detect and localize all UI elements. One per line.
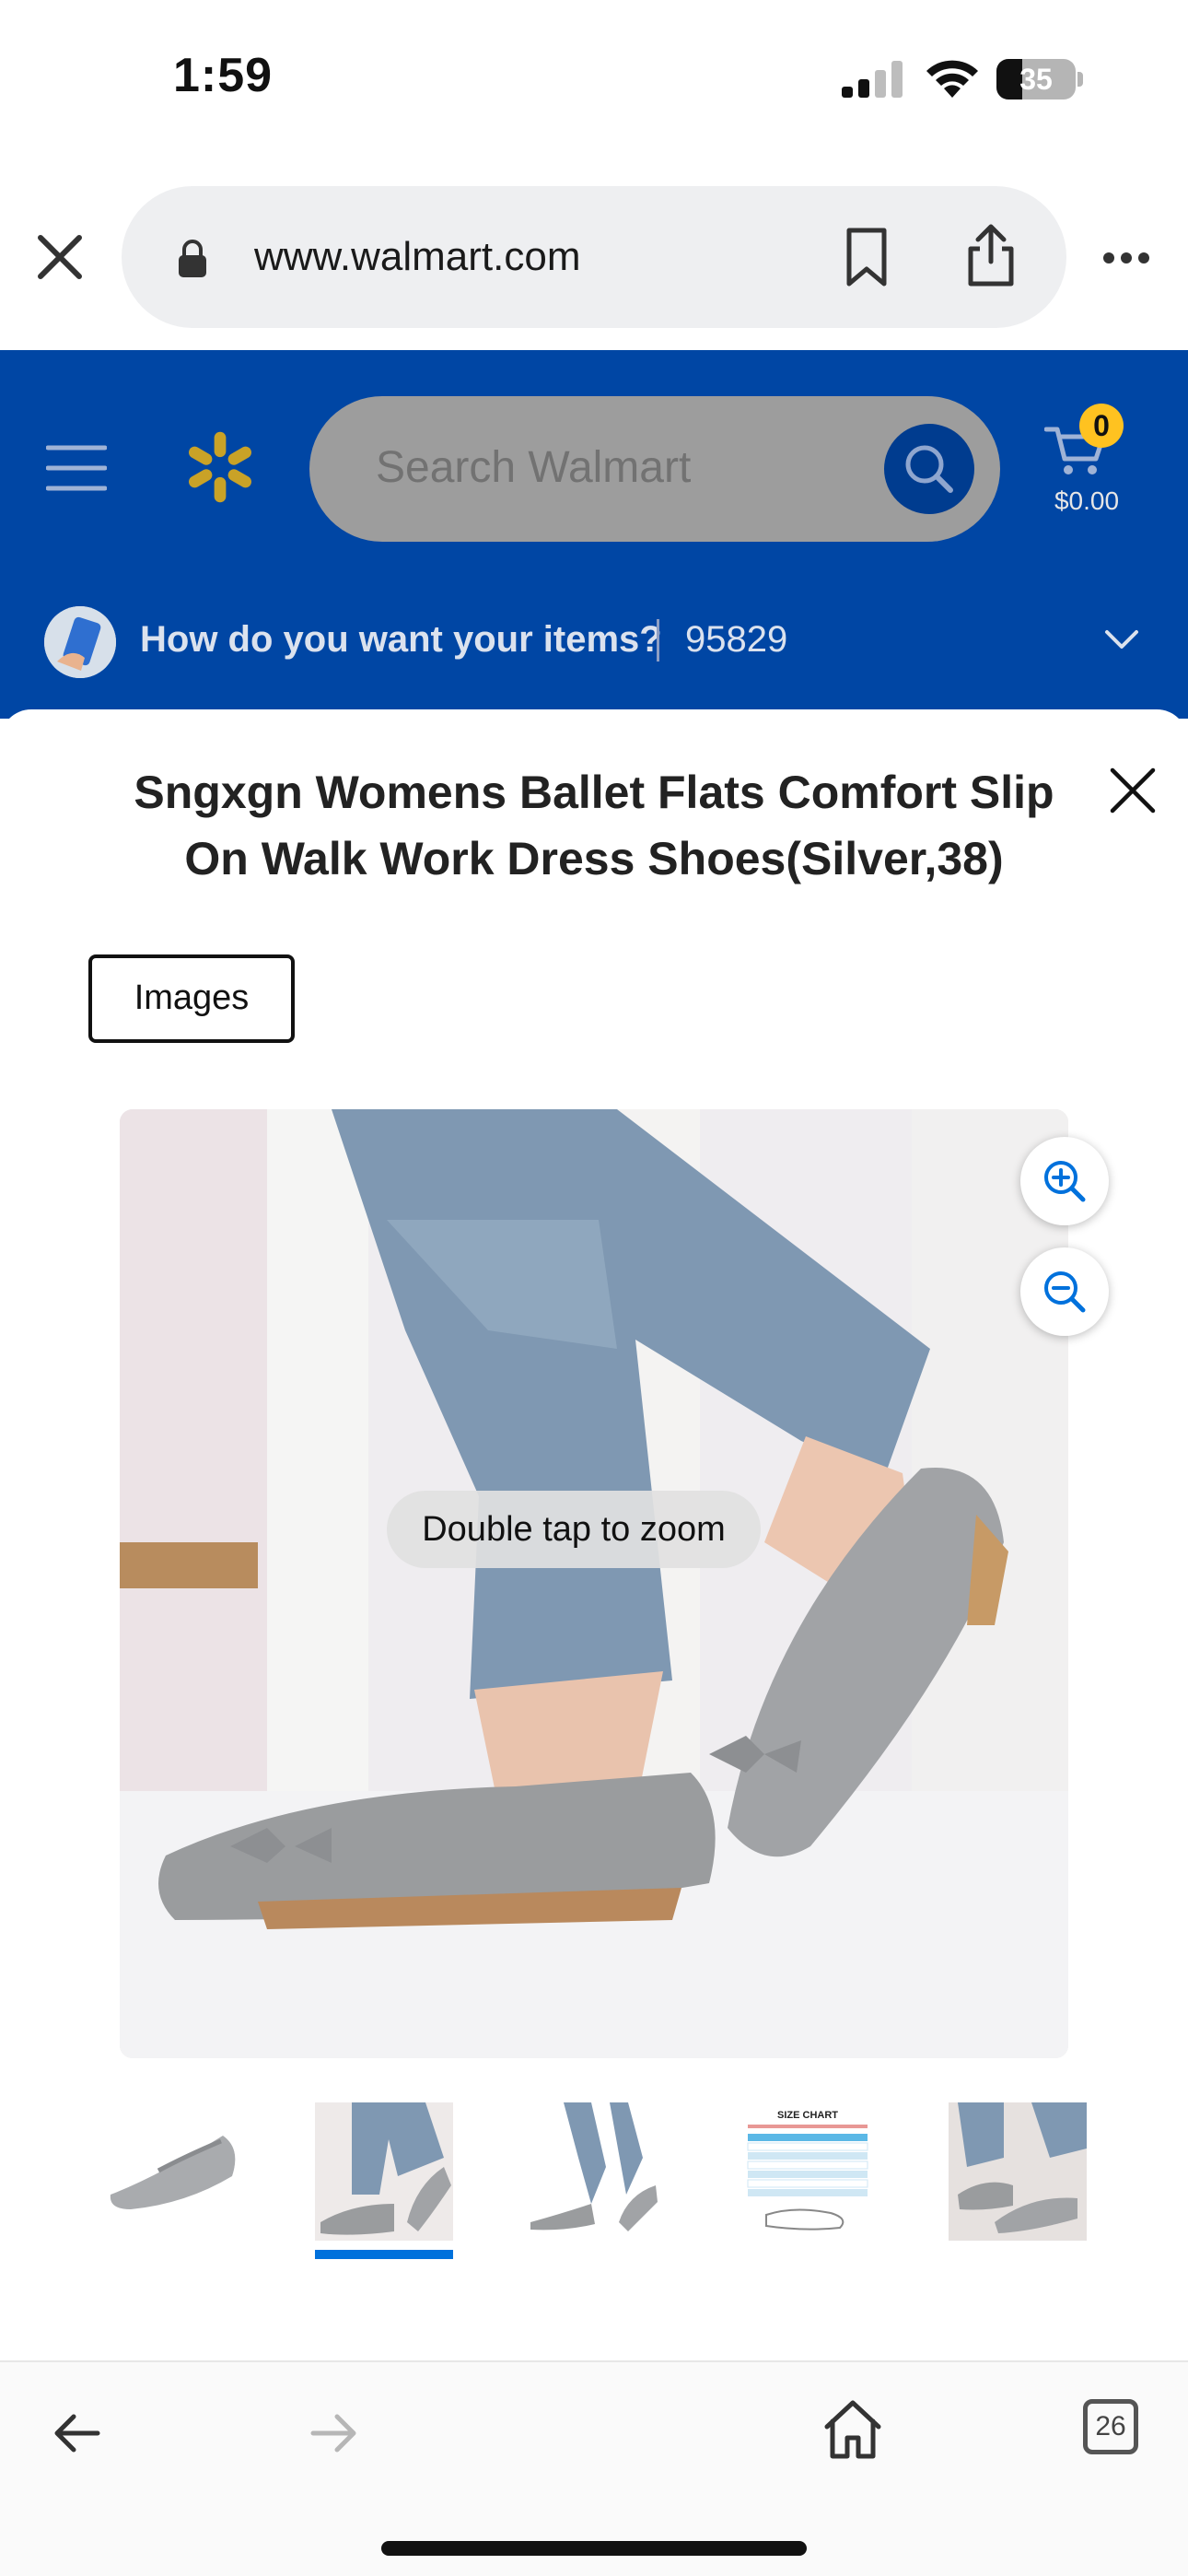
thumbnail-image: [949, 2102, 1087, 2241]
product-title: Sngxgn Womens Ballet Flats Comfort Slip …: [120, 759, 1068, 892]
product-photo: [120, 1109, 1068, 2058]
chevron-down-icon: [1105, 630, 1138, 649]
bookmark-icon[interactable]: [844, 227, 890, 287]
cart-button[interactable]: 0 $0.00: [1041, 404, 1160, 523]
cart-count-badge: 0: [1079, 404, 1124, 448]
zoom-out-icon: [1044, 1271, 1086, 1313]
zoom-out-button[interactable]: [1020, 1247, 1109, 1336]
tab-switcher-button[interactable]: 26: [1083, 2399, 1138, 2454]
lock-icon: [179, 240, 206, 277]
search-input[interactable]: Search Walmart: [309, 396, 1000, 542]
share-icon[interactable]: [965, 223, 1017, 287]
zoom-in-button[interactable]: [1020, 1137, 1109, 1225]
thumbnail-image: [530, 2102, 658, 2231]
delivery-prompt: How do you want your items?: [140, 619, 662, 660]
wifi-icon: [926, 60, 978, 98]
delivery-options-bar[interactable]: How do you want your items? 95829: [0, 599, 1188, 700]
size-chart-table: [747, 2125, 868, 2231]
status-time: 1:59: [173, 49, 274, 102]
forward-arrow-icon[interactable]: [309, 2412, 359, 2454]
back-arrow-icon[interactable]: [52, 2412, 101, 2454]
thumbnail-3[interactable]: [527, 2102, 665, 2241]
delivery-phone-icon: [44, 606, 116, 678]
more-options-icon[interactable]: [1101, 251, 1151, 265]
cart-total: $0.00: [1054, 486, 1120, 515]
image-viewer-modal: Sngxgn Womens Ballet Flats Comfort Slip …: [0, 709, 1188, 2359]
thumbnail-1[interactable]: [103, 2102, 241, 2241]
cellular-signal-icon: [842, 61, 903, 98]
search-button[interactable]: [884, 424, 974, 514]
thumbnail-2-selected[interactable]: [315, 2102, 453, 2241]
thumbnail-image: [110, 2136, 236, 2209]
divider: [657, 619, 659, 662]
home-icon[interactable]: [821, 2397, 884, 2462]
selected-thumbnail-indicator: [315, 2250, 453, 2259]
hamburger-menu-icon[interactable]: [46, 442, 107, 494]
product-title-line-1: Sngxgn Womens Ballet Flats Comfort Slip: [134, 767, 1054, 818]
home-indicator[interactable]: [381, 2541, 807, 2556]
tab-images[interactable]: Images: [88, 954, 295, 1043]
thumbnail-5[interactable]: [949, 2102, 1087, 2241]
address-bar[interactable]: www.walmart.com: [122, 186, 1066, 328]
walmart-header: Search Walmart 0 $0.00 How do you want y…: [0, 350, 1188, 719]
close-modal-icon[interactable]: [1107, 765, 1159, 816]
browser-toolbar: 26: [0, 2360, 1188, 2576]
battery-level: 35: [1019, 63, 1053, 96]
battery-icon: 35: [996, 59, 1083, 100]
url-text: www.walmart.com: [254, 234, 581, 279]
walmart-spark-logo[interactable]: [182, 426, 258, 509]
main-product-image[interactable]: [120, 1109, 1068, 2058]
thumbnail-4-size-chart[interactable]: SIZE CHART: [739, 2102, 877, 2241]
thumbnail-image: [315, 2102, 453, 2241]
zip-code: 95829: [685, 619, 788, 660]
search-icon: [905, 445, 953, 493]
product-title-line-2: On Walk Work Dress Shoes(Silver,38): [184, 833, 1004, 884]
zoom-hint-tooltip: Double tap to zoom: [387, 1491, 761, 1568]
close-tab-icon[interactable]: [35, 232, 85, 282]
search-placeholder: Search Walmart: [376, 443, 692, 492]
zoom-in-icon: [1044, 1161, 1086, 1202]
